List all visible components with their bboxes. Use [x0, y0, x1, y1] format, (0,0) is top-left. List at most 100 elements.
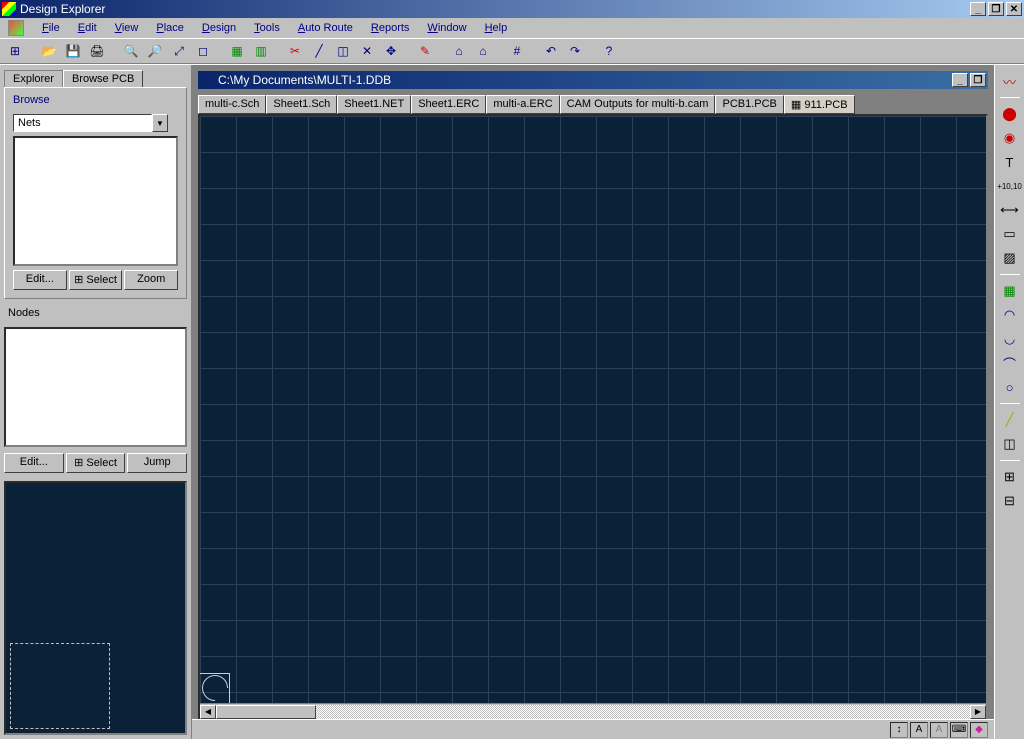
highlight-icon[interactable]: ✎	[414, 41, 436, 61]
right-toolbar: 〰 ⬤ ◉ T +10,10 ⟷ ▭ ▨ ▦ ◠ ◡ ⌒ ○ ╱ ◫ ⊞ ⊟	[994, 65, 1024, 739]
open-icon[interactable]: 📂	[38, 41, 60, 61]
rt-coord-icon[interactable]: +10,10	[1000, 176, 1020, 196]
undo-icon[interactable]: ↶	[540, 41, 562, 61]
maximize-button[interactable]: ❐	[988, 2, 1004, 16]
rt-region-icon[interactable]: ◫	[1000, 434, 1020, 454]
wire-icon[interactable]: ╱	[308, 41, 330, 61]
rt-comp-icon[interactable]: ▦	[1000, 281, 1020, 301]
rt-split-icon[interactable]: ⊟	[1000, 491, 1020, 511]
rt-array-icon[interactable]: ⊞	[1000, 467, 1020, 487]
rt-text-icon[interactable]: T	[1000, 152, 1020, 172]
scroll-right-icon[interactable]: ▶	[970, 705, 986, 719]
select2-button[interactable]: ⊞ Select	[66, 453, 126, 473]
tree-icon[interactable]: ⊞	[4, 41, 26, 61]
nets-dropdown[interactable]: Nets ▼	[13, 114, 168, 132]
main-titlebar: Design Explorer _ ❐ ✕	[0, 0, 1024, 18]
tab-explorer[interactable]: Explorer	[4, 70, 63, 87]
tab-browse-pcb[interactable]: Browse PCB	[63, 70, 143, 87]
zoom-button[interactable]: Zoom	[124, 270, 178, 290]
zoom-in-icon[interactable]: 🔍	[120, 41, 142, 61]
doc-tabs: multi-c.Sch Sheet1.Sch Sheet1.NET Sheet1…	[198, 95, 988, 114]
browse-icon[interactable]: ▥	[250, 41, 272, 61]
rt-dim-icon[interactable]: ⟷	[1000, 200, 1020, 220]
rt-arc1-icon[interactable]: ◠	[1000, 305, 1020, 325]
doc-tab-0[interactable]: multi-c.Sch	[198, 95, 266, 114]
doc-icon	[200, 73, 214, 87]
zoom-region-icon[interactable]: ◻	[192, 41, 214, 61]
status-keyboard-icon[interactable]: ⌨	[950, 722, 968, 738]
edit-button[interactable]: Edit...	[13, 270, 67, 290]
minimize-button[interactable]: _	[970, 2, 986, 16]
status-book-icon[interactable]: ◆	[970, 722, 988, 738]
move-icon[interactable]: ✥	[380, 41, 402, 61]
doc-tab-6[interactable]: PCB1.PCB	[715, 95, 783, 114]
menu-design[interactable]: Design	[194, 20, 244, 36]
doc-tab-2[interactable]: Sheet1.NET	[337, 95, 411, 114]
doc-title: C:\My Documents\MULTI-1.DDB	[218, 73, 952, 87]
status-a2[interactable]: A	[930, 722, 948, 738]
deselect-icon[interactable]: ✕	[356, 41, 378, 61]
scroll-thumb[interactable]	[216, 705, 316, 719]
nets-dropdown-value[interactable]: Nets	[13, 114, 152, 132]
nodes-label: Nodes	[0, 303, 191, 323]
help-icon[interactable]: ?	[598, 41, 620, 61]
select-button[interactable]: ⊞ Select	[69, 270, 123, 290]
scroll-track[interactable]	[216, 705, 970, 719]
doc-tab-7[interactable]: ▦ 911.PCB	[784, 95, 855, 114]
menu-place[interactable]: Place	[148, 20, 192, 36]
main-toolbar: ⊞ 📂 💾 🖨 🔍 🔎 ⤢ ◻ ▦ ▥ ✂ ╱ ◫ ✕ ✥ ✎ ⌂ ⌂ # ↶ …	[0, 38, 1024, 64]
app-title: Design Explorer	[20, 2, 970, 16]
preview-viewport	[10, 643, 110, 729]
close-button[interactable]: ✕	[1006, 2, 1022, 16]
zoom-fit-icon[interactable]: ⤢	[168, 41, 190, 61]
grid-icon[interactable]: #	[506, 41, 528, 61]
rt-line-icon[interactable]: ╱	[1000, 410, 1020, 430]
cut-icon[interactable]: ✂	[284, 41, 306, 61]
doc-tab-1[interactable]: Sheet1.Sch	[266, 95, 337, 114]
status-a1[interactable]: A	[910, 722, 928, 738]
rt-pad-icon[interactable]: ⬤	[1000, 104, 1020, 124]
dropdown-arrow-icon[interactable]: ▼	[152, 114, 168, 132]
pcb-canvas[interactable]	[200, 116, 986, 703]
doc-tab-4[interactable]: multi-a.ERC	[486, 95, 559, 114]
doc-tab-3[interactable]: Sheet1.ERC	[411, 95, 486, 114]
doc-titlebar: C:\My Documents\MULTI-1.DDB _ ❐	[198, 71, 988, 89]
menu-edit[interactable]: Edit	[70, 20, 105, 36]
menu-autoroute[interactable]: Auto Route	[290, 20, 361, 36]
horizontal-scrollbar[interactable]: ◀ ▶	[200, 703, 986, 719]
component-icon[interactable]: ▦	[226, 41, 248, 61]
print-icon[interactable]: 🖨	[86, 41, 108, 61]
menu-file[interactable]: File	[34, 20, 68, 36]
center-panel: C:\My Documents\MULTI-1.DDB _ ❐ multi-c.…	[192, 65, 994, 739]
lib-icon[interactable]: ⌂	[448, 41, 470, 61]
save-icon[interactable]: 💾	[62, 41, 84, 61]
rt-via-icon[interactable]: ◉	[1000, 128, 1020, 148]
menu-reports[interactable]: Reports	[363, 20, 418, 36]
origin-marker	[200, 673, 230, 703]
rt-rect-icon[interactable]: ▭	[1000, 224, 1020, 244]
app-icon	[2, 2, 16, 16]
rt-fill-icon[interactable]: ▨	[1000, 248, 1020, 268]
menu-tools[interactable]: Tools	[246, 20, 288, 36]
nets-listbox[interactable]	[13, 136, 178, 266]
zoom-out-icon[interactable]: 🔎	[144, 41, 166, 61]
rt-track-icon[interactable]: 〰	[1000, 71, 1020, 91]
lib2-icon[interactable]: ⌂	[472, 41, 494, 61]
status-arrow-icon[interactable]: ↕	[890, 722, 908, 738]
select-rect-icon[interactable]: ◫	[332, 41, 354, 61]
rt-circle-icon[interactable]: ○	[1000, 377, 1020, 397]
jump-button[interactable]: Jump	[127, 453, 187, 473]
menu-window[interactable]: Window	[419, 20, 474, 36]
rt-arc2-icon[interactable]: ◡	[1000, 329, 1020, 349]
preview-box	[4, 481, 187, 735]
doc-minimize-button[interactable]: _	[952, 73, 968, 87]
nodes-listbox[interactable]	[4, 327, 187, 447]
redo-icon[interactable]: ↷	[564, 41, 586, 61]
edit2-button[interactable]: Edit...	[4, 453, 64, 473]
menu-help[interactable]: Help	[477, 20, 516, 36]
rt-arc3-icon[interactable]: ⌒	[1000, 353, 1020, 373]
menu-view[interactable]: View	[107, 20, 147, 36]
doc-maximize-button[interactable]: ❐	[970, 73, 986, 87]
scroll-left-icon[interactable]: ◀	[200, 705, 216, 719]
doc-tab-5[interactable]: CAM Outputs for multi-b.cam	[560, 95, 716, 114]
